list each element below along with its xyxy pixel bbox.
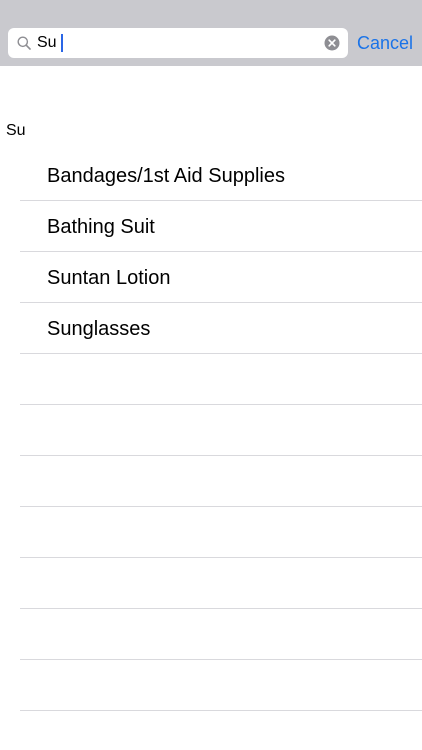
list-item-label: Bandages/1st Aid Supplies	[47, 165, 285, 187]
list-item[interactable]: Bandages/1st Aid Supplies	[0, 150, 422, 201]
empty-row	[0, 558, 422, 609]
empty-row	[0, 507, 422, 558]
list-item-label: Bathing Suit	[47, 216, 155, 238]
empty-row	[0, 354, 422, 405]
list-item-label: Suntan Lotion	[47, 267, 171, 289]
list-item[interactable]: Suntan Lotion	[0, 252, 422, 303]
empty-row	[0, 660, 422, 711]
separator	[20, 710, 422, 711]
search-icon	[17, 36, 31, 50]
search-field[interactable]	[8, 28, 348, 58]
empty-row	[0, 405, 422, 456]
clear-icon[interactable]	[324, 35, 340, 51]
list-item-label: Sunglasses	[47, 318, 151, 340]
results-list: Bandages/1st Aid Supplies Bathing Suit S…	[0, 150, 422, 711]
empty-row	[0, 456, 422, 507]
text-cursor	[61, 34, 63, 52]
section-header: Su	[6, 122, 26, 139]
empty-row	[0, 609, 422, 660]
list-item[interactable]: Sunglasses	[0, 303, 422, 354]
search-input[interactable]	[37, 32, 317, 54]
search-bar: Cancel	[0, 0, 422, 66]
cancel-button[interactable]: Cancel	[357, 32, 413, 54]
list-item[interactable]: Bathing Suit	[0, 201, 422, 252]
